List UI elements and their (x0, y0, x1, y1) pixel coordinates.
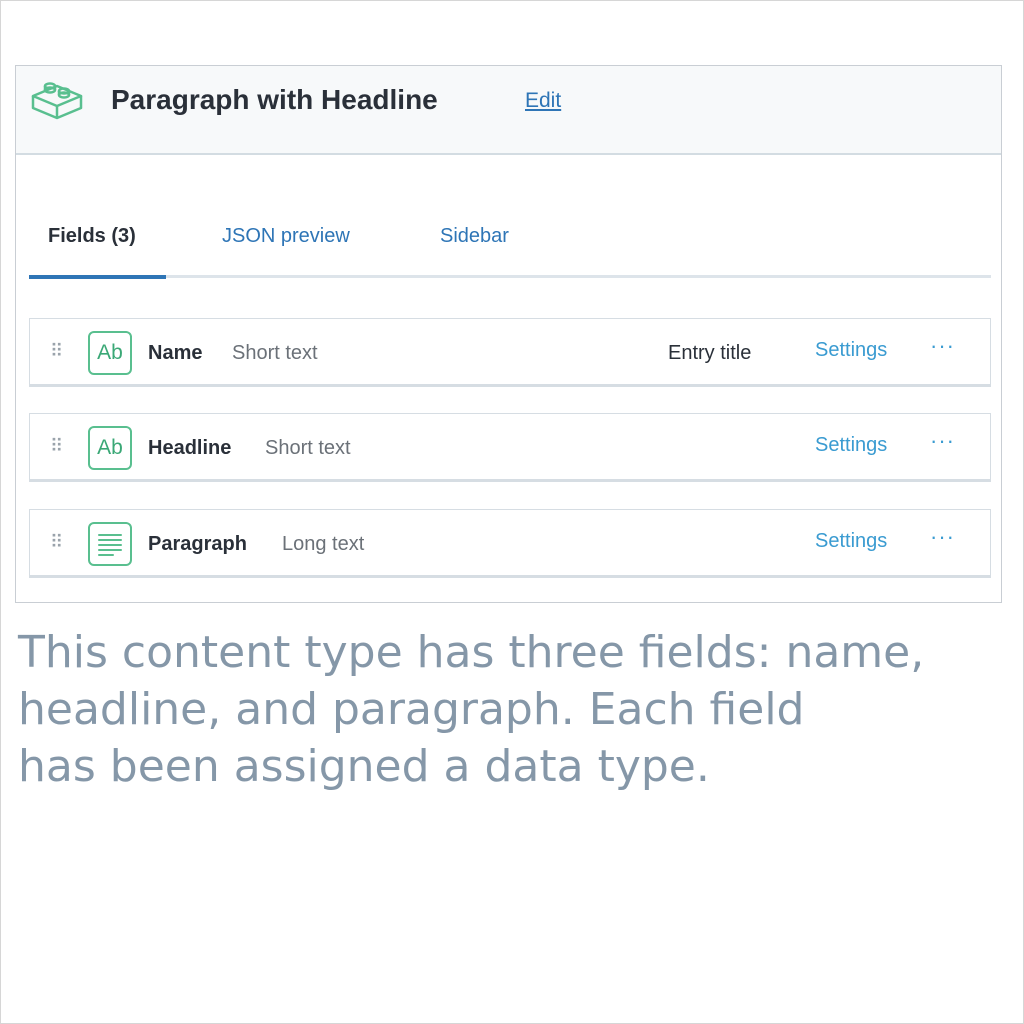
page-title: Paragraph with Headline (111, 84, 438, 115)
settings-link[interactable]: Settings (815, 434, 887, 457)
more-options-icon[interactable]: ··· (930, 428, 955, 454)
field-row-paragraph[interactable]: ⠿ Paragraph Long text Settings ··· (29, 509, 991, 578)
active-tab-indicator (29, 275, 166, 279)
field-type: Long text (282, 533, 365, 555)
drag-handle-icon[interactable]: ⠿ (50, 341, 63, 362)
field-name: Headline (148, 437, 232, 459)
content-type-panel: Paragraph with Headline Edit Fields (3) … (15, 65, 1002, 603)
caption-text: This content type has three fields: name… (18, 624, 1008, 795)
short-text-icon: Ab (88, 426, 132, 470)
long-text-icon (88, 522, 132, 566)
entry-title-badge: Entry title (668, 342, 752, 364)
field-row-headline[interactable]: ⠿ Ab Headline Short text Settings ··· (29, 413, 991, 482)
settings-link[interactable]: Settings (815, 530, 887, 553)
drag-handle-icon[interactable]: ⠿ (50, 436, 63, 457)
content-type-block-icon (28, 76, 86, 126)
tab-fields[interactable]: Fields (3) (48, 225, 136, 248)
field-type: Short text (232, 342, 318, 364)
field-row-name[interactable]: ⠿ Ab Name Short text Entry title Setting… (29, 318, 991, 387)
edit-link[interactable]: Edit (525, 89, 561, 113)
tab-sidebar[interactable]: Sidebar (440, 225, 509, 248)
settings-link[interactable]: Settings (815, 339, 887, 362)
tab-divider (29, 275, 991, 278)
caption-line: headline, and paragraph. Each field (18, 684, 805, 735)
tab-bar: Fields (3) JSON preview Sidebar (29, 216, 991, 281)
field-name: Name (148, 342, 203, 364)
drag-handle-icon[interactable]: ⠿ (50, 532, 63, 553)
tab-json-preview[interactable]: JSON preview (222, 225, 350, 248)
more-options-icon[interactable]: ··· (930, 524, 955, 550)
caption-line: has been assigned a data type. (18, 741, 710, 792)
field-name: Paragraph (148, 533, 247, 555)
short-text-icon: Ab (88, 331, 132, 375)
caption-line: This content type has three fields: name… (18, 627, 925, 678)
panel-header: Paragraph with Headline Edit (16, 66, 1001, 155)
more-options-icon[interactable]: ··· (930, 333, 955, 359)
field-type: Short text (265, 437, 351, 459)
